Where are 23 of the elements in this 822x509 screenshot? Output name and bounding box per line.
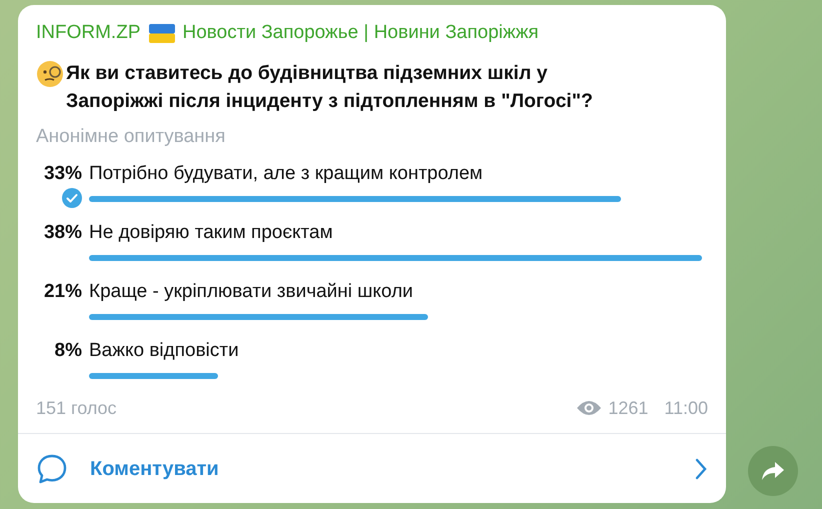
chevron-right-icon — [694, 458, 708, 480]
option-percent: 38% — [44, 221, 82, 245]
view-count: 1261 — [608, 396, 648, 420]
option-percent: 33% — [44, 162, 82, 186]
eye-icon — [576, 400, 602, 416]
channel-title[interactable]: Новости Запорожье | Новини Запоріжжя — [182, 21, 539, 45]
option-label: Потрібно будувати, але з кращим контролем — [89, 162, 484, 186]
option-percent: 8% — [54, 339, 82, 363]
flag-icon — [148, 24, 174, 42]
option-label: Краще - укріплювати звичайні школи — [89, 280, 414, 304]
share-arrow-icon — [761, 461, 785, 481]
monocle-face-icon — [36, 60, 64, 88]
vote-count: 151 голос — [36, 396, 117, 420]
share-button[interactable] — [748, 446, 798, 496]
message-time: 11:00 — [664, 396, 708, 420]
option-percent: 21% — [44, 280, 82, 304]
speech-bubble-icon — [36, 452, 68, 484]
channel-name[interactable]: INFORM.ZP — [36, 21, 140, 45]
option-label: Не довіряю таким проєктам — [89, 221, 334, 245]
comment-button[interactable]: Коментувати — [18, 434, 726, 503]
poll-type: Анонімне опитування — [36, 124, 226, 149]
poll-question: Як ви ставитесь до будівництва підземних шкіл у Запоріжжі після інциденту з підтопленням в "Логосі"? — [66, 61, 594, 114]
option-label: Важко відповісти — [89, 339, 240, 363]
